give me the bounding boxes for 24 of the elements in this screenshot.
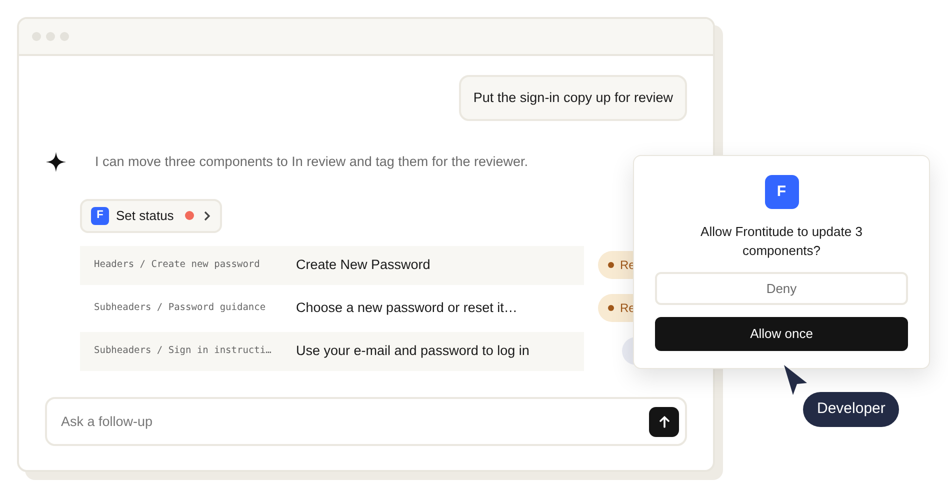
component-text: Choose a new password or reset it… <box>296 298 518 317</box>
permission-question: Allow Frontitude to update 3 components? <box>700 223 864 260</box>
component-row[interactable]: Subheaders / Sign in instructi… Use your e-mail and password to log in <box>80 332 584 370</box>
follow-up-field[interactable]: Ask a follow-up <box>45 397 687 446</box>
assistant-message: I can move three components to In review and tag them for the reviewer. <box>95 153 528 172</box>
deny-button[interactable]: Deny <box>655 272 908 305</box>
cursor-icon <box>783 364 809 396</box>
sparkle-icon <box>46 152 66 172</box>
app-logo-icon: F <box>764 175 798 209</box>
component-text: Use your e-mail and password to log in <box>296 342 530 360</box>
allow-once-button[interactable]: Allow once <box>655 317 908 351</box>
component-path: Headers / Create new password <box>94 258 261 272</box>
component-row[interactable]: Headers / Create new password Create New Password <box>80 246 584 284</box>
app-logo-icon: F <box>91 206 109 224</box>
set-status-chip[interactable]: F Set status <box>80 198 222 232</box>
send-button[interactable] <box>649 407 679 437</box>
component-path: Subheaders / Sign in instructi… <box>94 344 272 358</box>
component-path: Subheaders / Password guidance <box>94 300 267 315</box>
chip-label: Set status <box>116 206 174 225</box>
component-text: Create New Password <box>296 256 430 274</box>
user-cursor-tag: Developer <box>803 392 900 427</box>
chevron-right-icon <box>202 210 211 220</box>
user-message: Put the sign-in copy up for review <box>459 75 687 122</box>
arrow-up-icon <box>658 416 670 428</box>
